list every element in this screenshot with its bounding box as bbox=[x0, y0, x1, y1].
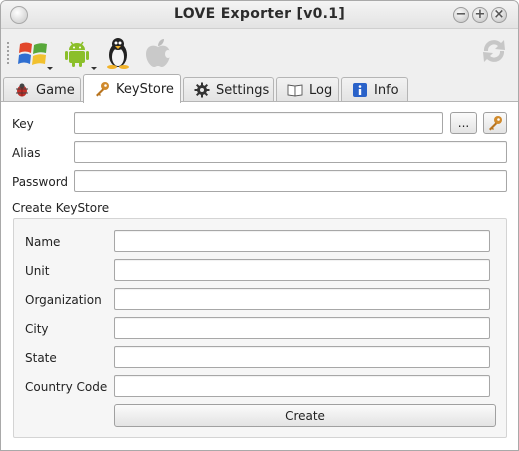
create-keystore-group: Name Unit Organization City State Countr… bbox=[13, 218, 507, 438]
title-bar: LOVE Exporter [v0.1] − + × bbox=[1, 1, 518, 29]
tab-keystore-label: KeyStore bbox=[116, 81, 174, 97]
state-label: State bbox=[25, 351, 57, 365]
create-button[interactable]: Create bbox=[114, 404, 496, 427]
android-dropdown-arrow[interactable] bbox=[91, 67, 97, 70]
unit-label: Unit bbox=[25, 264, 50, 278]
tab-game-label: Game bbox=[36, 82, 75, 98]
alias-label: Alias bbox=[12, 146, 41, 160]
gear-icon bbox=[194, 82, 210, 98]
state-field[interactable] bbox=[114, 346, 490, 368]
app-window: LOVE Exporter [v0.1] − + × Game KeyStore… bbox=[0, 0, 519, 451]
keystore-panel: Key ... Alias Password Create KeyStore N… bbox=[1, 101, 518, 450]
unit-field[interactable] bbox=[114, 259, 490, 281]
generate-key-button[interactable] bbox=[483, 112, 507, 134]
alias-field[interactable] bbox=[74, 141, 507, 163]
create-keystore-title: Create KeyStore bbox=[12, 201, 110, 215]
key-field[interactable] bbox=[74, 112, 443, 134]
city-field[interactable] bbox=[114, 317, 490, 339]
bug-icon bbox=[14, 82, 30, 98]
log-icon bbox=[287, 82, 303, 98]
minimize-button[interactable]: − bbox=[453, 7, 469, 23]
windows-dropdown-arrow[interactable] bbox=[47, 67, 53, 70]
name-label: Name bbox=[25, 235, 61, 249]
name-field[interactable] bbox=[114, 230, 490, 252]
tab-bar: Game KeyStore Settings Log Info bbox=[1, 74, 518, 103]
refresh-icon[interactable] bbox=[477, 34, 511, 68]
browse-key-button[interactable]: ... bbox=[450, 112, 477, 134]
key-label: Key bbox=[12, 117, 34, 131]
city-label: City bbox=[25, 322, 49, 336]
tab-log[interactable]: Log bbox=[276, 77, 339, 102]
toolbar bbox=[1, 30, 518, 74]
tab-info[interactable]: Info bbox=[341, 77, 408, 102]
close-button[interactable]: × bbox=[491, 7, 507, 23]
tab-game[interactable]: Game bbox=[3, 77, 81, 102]
windows-icon[interactable] bbox=[17, 36, 53, 70]
password-field[interactable] bbox=[74, 170, 507, 192]
organization-field[interactable] bbox=[114, 288, 490, 310]
apple-icon[interactable] bbox=[141, 36, 175, 70]
tab-settings[interactable]: Settings bbox=[183, 77, 274, 102]
android-icon[interactable] bbox=[61, 36, 97, 70]
tab-info-label: Info bbox=[374, 82, 399, 98]
key-icon bbox=[487, 115, 503, 131]
organization-label: Organization bbox=[25, 293, 102, 307]
tab-settings-label: Settings bbox=[216, 82, 270, 98]
toolbar-grip[interactable] bbox=[6, 41, 10, 65]
info-icon bbox=[352, 82, 368, 98]
tab-log-label: Log bbox=[309, 82, 333, 98]
country-code-field[interactable] bbox=[114, 375, 490, 397]
tab-keystore[interactable]: KeyStore bbox=[83, 74, 181, 103]
maximize-button[interactable]: + bbox=[472, 7, 488, 23]
country-code-label: Country Code bbox=[25, 380, 108, 394]
window-title: LOVE Exporter [v0.1] bbox=[173, 6, 346, 22]
password-label: Password bbox=[12, 175, 69, 189]
key-icon bbox=[94, 81, 110, 97]
linux-icon[interactable] bbox=[101, 36, 135, 70]
